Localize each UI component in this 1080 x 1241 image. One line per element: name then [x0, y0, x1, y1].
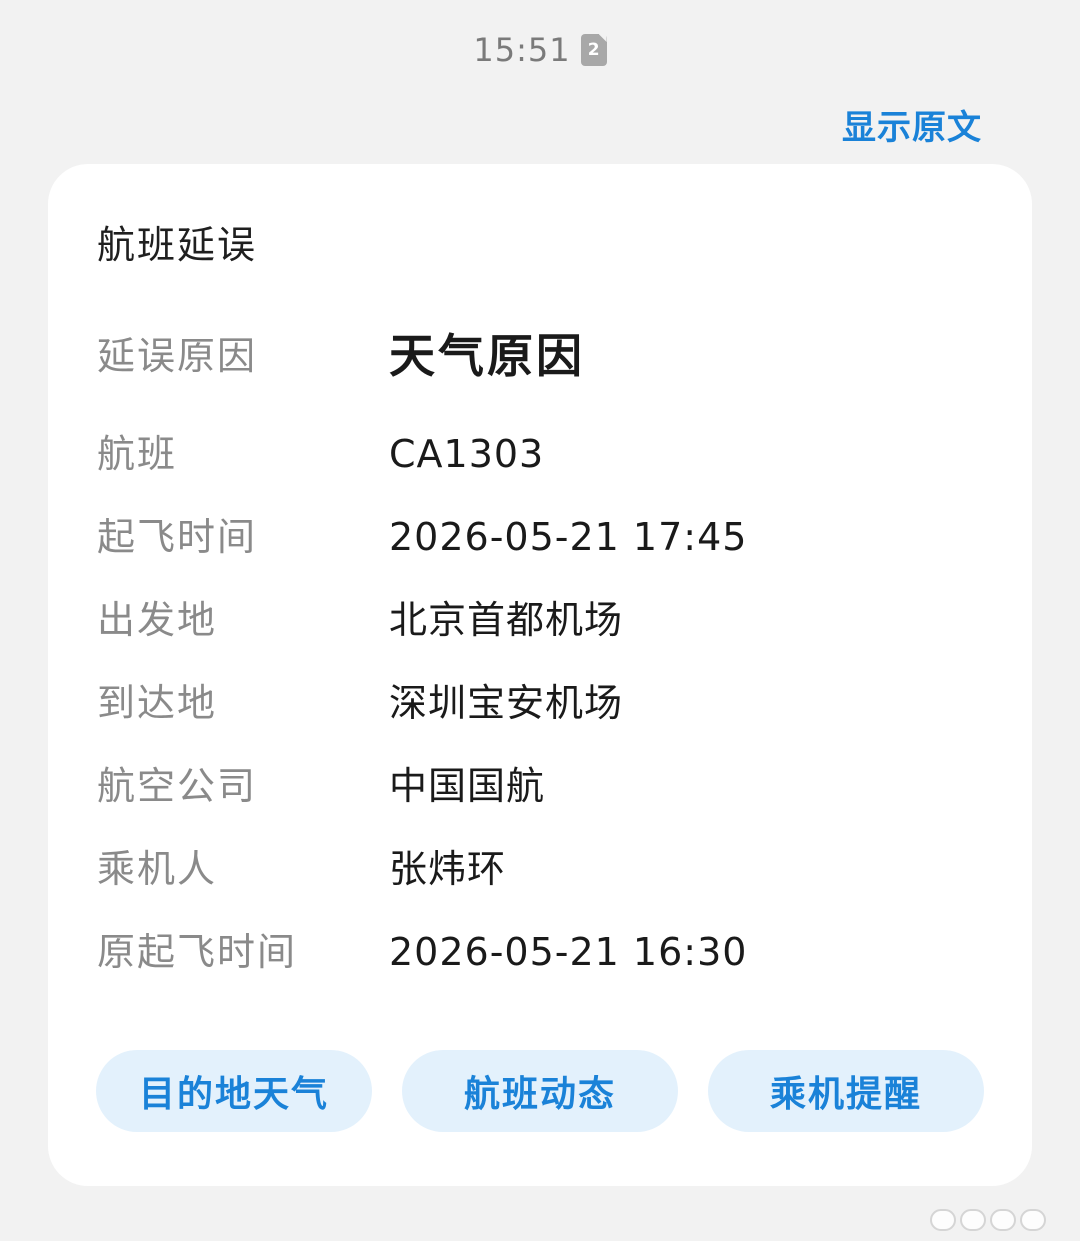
row-delay-reason: 延误原因 天气原因 — [97, 326, 997, 386]
status-bar: 15:51 2 — [0, 28, 1080, 72]
row-flight: 航班 CA1303 — [97, 424, 997, 484]
row-origin: 出发地 北京首都机场 — [97, 590, 997, 650]
original-departure-time-value: 2026-05-21 16:30 — [389, 930, 748, 974]
destination-weather-button[interactable]: 目的地天气 — [96, 1050, 372, 1132]
flight-status-button[interactable]: 航班动态 — [402, 1050, 678, 1132]
row-airline: 航空公司 中国国航 — [97, 756, 997, 816]
departure-time-label: 起飞时间 — [97, 515, 258, 559]
destination-value: 深圳宝安机场 — [389, 681, 624, 725]
action-buttons: 目的地天气 航班动态 乘机提醒 — [96, 1050, 984, 1132]
origin-label: 出发地 — [97, 598, 218, 642]
notification-badge-icon: 2 — [580, 34, 607, 66]
passenger-label: 乘机人 — [97, 847, 218, 891]
row-passenger: 乘机人 张炜环 — [97, 839, 997, 899]
original-departure-time-label: 原起飞时间 — [97, 930, 298, 974]
origin-value: 北京首都机场 — [389, 598, 624, 642]
delay-reason-value: 天气原因 — [389, 329, 585, 383]
row-departure-time: 起飞时间 2026-05-21 17:45 — [97, 507, 997, 567]
passenger-value: 张炜环 — [389, 847, 507, 891]
card-title: 航班延误 — [97, 223, 258, 267]
destination-label: 到达地 — [97, 681, 218, 725]
row-original-departure-time: 原起飞时间 2026-05-21 16:30 — [97, 922, 997, 982]
departure-time-value: 2026-05-21 17:45 — [389, 515, 748, 559]
show-original-link[interactable]: 显示原文 — [842, 100, 982, 149]
flight-label: 航班 — [97, 432, 178, 476]
airline-value: 中国国航 — [389, 764, 546, 808]
row-destination: 到达地 深圳宝安机场 — [97, 673, 997, 733]
watermark-logo-icon — [930, 1207, 1046, 1233]
status-time: 15:51 — [473, 31, 571, 69]
delay-reason-label: 延误原因 — [97, 334, 258, 378]
boarding-reminder-button[interactable]: 乘机提醒 — [708, 1050, 984, 1132]
flight-value: CA1303 — [389, 432, 545, 476]
airline-label: 航空公司 — [97, 764, 258, 808]
